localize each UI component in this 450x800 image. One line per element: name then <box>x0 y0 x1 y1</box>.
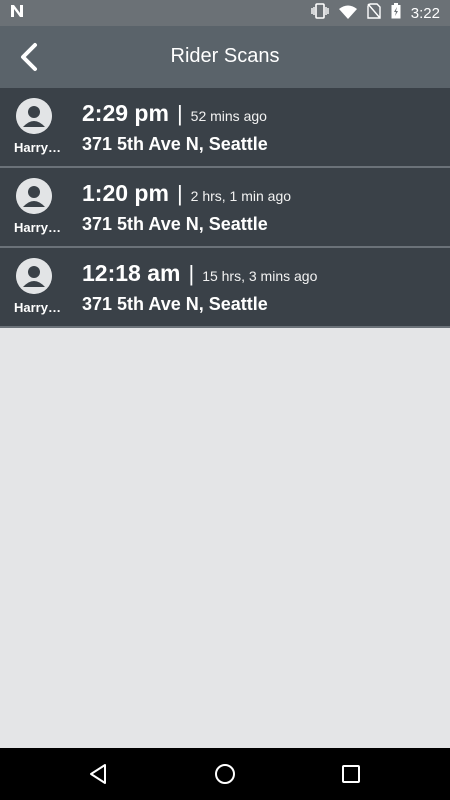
nav-recents-button[interactable] <box>337 760 365 788</box>
battery-charging-icon <box>391 3 401 23</box>
avatar-icon <box>16 178 52 214</box>
rider-name: Harry… <box>14 300 61 315</box>
back-triangle-icon <box>90 764 106 784</box>
scan-row[interactable]: Harry… 2:29 pm | 52 mins ago 371 5th Ave… <box>0 88 450 168</box>
scan-list: Harry… 2:29 pm | 52 mins ago 371 5th Ave… <box>0 88 450 328</box>
scan-address: 371 5th Ave N, Seattle <box>82 134 268 154</box>
scan-address: 371 5th Ave N, Seattle <box>82 214 268 234</box>
scan-time: 2:29 pm <box>82 100 169 126</box>
separator: | <box>188 261 195 286</box>
scan-address: 371 5th Ave N, Seattle <box>82 294 268 314</box>
scan-time: 1:20 pm <box>82 180 169 206</box>
recents-square-icon <box>342 765 360 783</box>
scan-row[interactable]: Harry… 12:18 am | 15 hrs, 3 mins ago 371… <box>0 248 450 328</box>
home-circle-icon <box>215 764 235 784</box>
avatar-icon <box>16 258 52 294</box>
status-time: 3:22 <box>410 4 440 22</box>
time-ago: 52 mins ago <box>190 108 267 124</box>
separator: | <box>176 101 183 126</box>
nav-back-button[interactable] <box>84 760 112 788</box>
nav-home-button[interactable] <box>211 760 239 788</box>
page-title: Rider Scans <box>170 45 280 67</box>
scan-time: 12:18 am <box>82 260 181 286</box>
separator: | <box>176 181 183 206</box>
avatar-icon <box>16 98 52 134</box>
system-nav-bar <box>0 748 450 800</box>
status-bar: 3:22 <box>0 0 450 26</box>
scan-row[interactable]: Harry… 1:20 pm | 2 hrs, 1 min ago 371 5t… <box>0 168 450 248</box>
time-ago: 2 hrs, 1 min ago <box>190 188 292 204</box>
rider-name: Harry… <box>14 140 61 155</box>
no-sim-icon <box>367 3 381 23</box>
app-bar: Rider Scans <box>0 26 450 88</box>
wifi-icon <box>338 4 357 23</box>
vibrate-icon <box>311 3 329 23</box>
time-ago: 15 hrs, 3 mins ago <box>202 268 318 284</box>
n-notification-icon <box>10 4 24 22</box>
rider-name: Harry… <box>14 220 61 235</box>
